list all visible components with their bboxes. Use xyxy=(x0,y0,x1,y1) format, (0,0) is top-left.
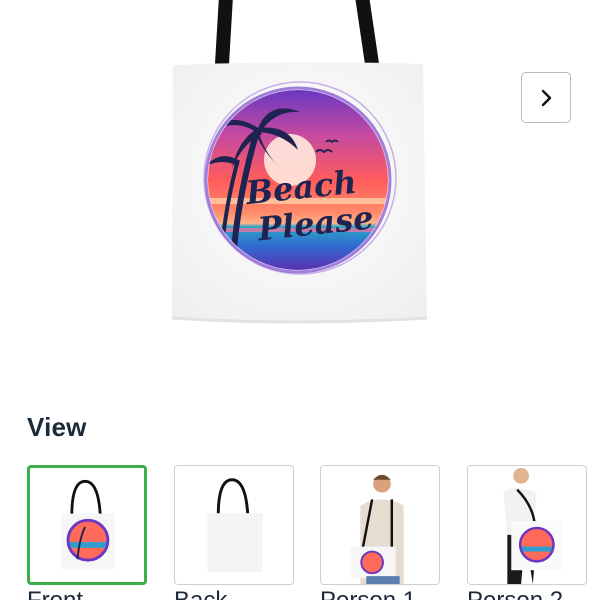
thumbnail-label-back: Back xyxy=(174,587,227,600)
person-1-thumbnail-image xyxy=(350,474,404,584)
view-heading: View xyxy=(27,412,87,442)
back-thumbnail-image xyxy=(207,478,263,573)
front-thumbnail-image xyxy=(61,479,115,569)
thumbnail-front[interactable] xyxy=(27,465,147,585)
person-2-thumbnail-image xyxy=(503,467,563,584)
chevron-right-icon xyxy=(541,89,552,106)
thumbnail-person-2[interactable] xyxy=(467,465,587,585)
product-page: Beach Please View xyxy=(0,0,600,600)
next-image-button[interactable] xyxy=(521,72,571,123)
thumbnail-label-front: Front xyxy=(27,587,83,600)
thumbnail-label-person-1: Person 1 xyxy=(320,587,416,600)
thumbnail-person-1[interactable] xyxy=(320,465,440,585)
thumbnail-label-person-2: Person 2 xyxy=(467,587,563,600)
thumbnail-back[interactable] xyxy=(174,465,294,585)
product-main-image[interactable]: Beach Please xyxy=(0,0,600,380)
